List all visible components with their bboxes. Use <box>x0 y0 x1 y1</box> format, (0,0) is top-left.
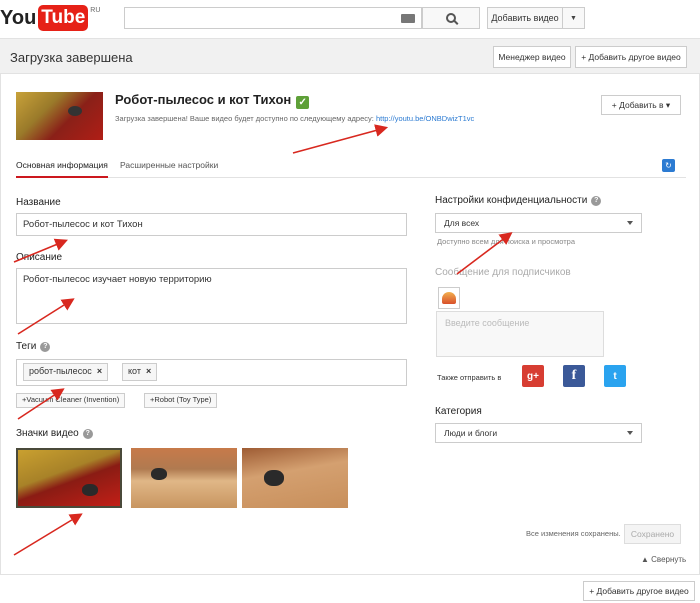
category-select[interactable]: Люди и блоги <box>435 423 642 443</box>
close-icon[interactable]: × <box>97 366 102 376</box>
logo-region: RU <box>90 7 101 14</box>
privacy-note: Доступно всем для поиска и просмотра <box>437 237 576 246</box>
saved-button: Сохранено <box>624 524 681 544</box>
upload-status-text: Загрузка завершена! Ваше видео будет дос… <box>115 114 474 123</box>
chevron-down-icon <box>627 221 633 225</box>
keyboard-icon[interactable] <box>401 14 415 23</box>
close-icon[interactable]: × <box>146 366 151 376</box>
google-plus-icon[interactable]: g+ <box>522 365 544 387</box>
help-icon[interactable]: ? <box>82 429 93 439</box>
upload-status-message: Загрузка завершена! Ваше видео будет дос… <box>115 114 374 123</box>
add-to-playlist-button[interactable]: + Добавить в ▾ <box>601 95 681 115</box>
thumbnail-option[interactable] <box>242 448 348 508</box>
share-label: Также отправить в <box>437 373 502 382</box>
facebook-icon[interactable]: f <box>563 365 585 387</box>
search-icon <box>446 13 456 23</box>
upload-panel: Робот-пылесос и кот Тихон ✓ Загрузка заве… <box>0 74 700 574</box>
twitter-icon[interactable]: t <box>604 365 626 387</box>
tab-advanced-settings[interactable]: Расширенные настройки <box>120 160 218 170</box>
refresh-icon[interactable]: ↻ <box>662 159 675 172</box>
video-title: Робот-пылесос и кот Тихон ✓ <box>115 92 310 109</box>
privacy-label-text: Настройки конфиденциальности <box>435 195 588 206</box>
add-another-video-button[interactable]: + Добавить другое видео <box>575 46 687 68</box>
upload-menu-button[interactable]: ▼ <box>563 7 585 29</box>
video-thumbnail <box>16 92 103 140</box>
add-another-video-button-bottom[interactable]: + Добавить другое видео <box>583 581 695 601</box>
status-header: Загрузка завершена Менеджер видео + Доба… <box>0 38 700 74</box>
chevron-down-icon: ▼ <box>570 14 577 22</box>
thumbnails-label-text: Значки видео <box>16 428 79 439</box>
tags-field[interactable]: робот-пылесос × кот × <box>16 359 407 386</box>
title-field[interactable]: Робот-пылесос и кот Тихон <box>16 213 407 236</box>
tag-chip-label: кот <box>128 366 141 376</box>
tag-suggestion[interactable]: +Vacuum Cleaner (Invention) <box>16 393 126 408</box>
title-label: Название <box>16 197 61 208</box>
youtube-logo[interactable]: You Tube RU <box>0 5 100 31</box>
page-title: Загрузка завершена <box>10 50 133 65</box>
saved-status-text: Все изменения сохранены. <box>526 529 621 538</box>
tags-label: Теги? <box>16 341 51 352</box>
category-select-value: Люди и блоги <box>444 428 498 438</box>
search-button[interactable] <box>422 7 480 29</box>
description-label: Описание <box>16 252 63 263</box>
top-bar: You Tube RU Добавить видео ▼ <box>0 0 700 38</box>
divider <box>0 574 700 575</box>
avatar <box>438 287 460 309</box>
check-icon: ✓ <box>296 96 310 109</box>
subscribers-message-label: Сообщение для подписчиков <box>435 267 571 278</box>
tab-bar: Основная информация Расширенные настройк… <box>16 156 686 178</box>
collapse-link[interactable]: ▲ Свернуть <box>641 555 686 564</box>
chevron-down-icon <box>627 431 633 435</box>
upload-button[interactable]: Добавить видео <box>487 7 563 29</box>
logo-you: You <box>0 7 37 29</box>
subscribers-message-input[interactable]: Введите сообщение <box>436 311 604 357</box>
video-title-text: Робот-пылесос и кот Тихон <box>115 92 292 107</box>
description-field[interactable]: Робот-пылесос изучает новую территорию <box>16 268 407 324</box>
video-link[interactable]: http://youtu.be/ONBDwizT1vc <box>376 114 474 123</box>
logo-tube: Tube <box>38 5 89 31</box>
thumbnail-option[interactable] <box>131 448 237 508</box>
tags-label-text: Теги <box>16 341 37 352</box>
tag-chip: кот × <box>122 363 158 381</box>
privacy-select[interactable]: Для всех <box>435 213 642 233</box>
thumbnail-option[interactable] <box>16 448 122 508</box>
search-input[interactable] <box>124 7 422 29</box>
tag-suggestion[interactable]: +Robot (Toy Type) <box>144 393 218 408</box>
thumbnails-label: Значки видео? <box>16 428 93 439</box>
tag-chip-label: робот-пылесос <box>29 366 92 376</box>
privacy-label: Настройки конфиденциальности? <box>435 195 602 206</box>
help-icon[interactable]: ? <box>591 196 602 206</box>
tag-chip: робот-пылесос × <box>23 363 109 381</box>
tab-basic-info[interactable]: Основная информация <box>16 160 108 178</box>
video-manager-button[interactable]: Менеджер видео <box>493 46 571 68</box>
category-label: Категория <box>435 406 482 417</box>
help-icon[interactable]: ? <box>40 342 51 352</box>
privacy-select-value: Для всех <box>444 218 480 228</box>
